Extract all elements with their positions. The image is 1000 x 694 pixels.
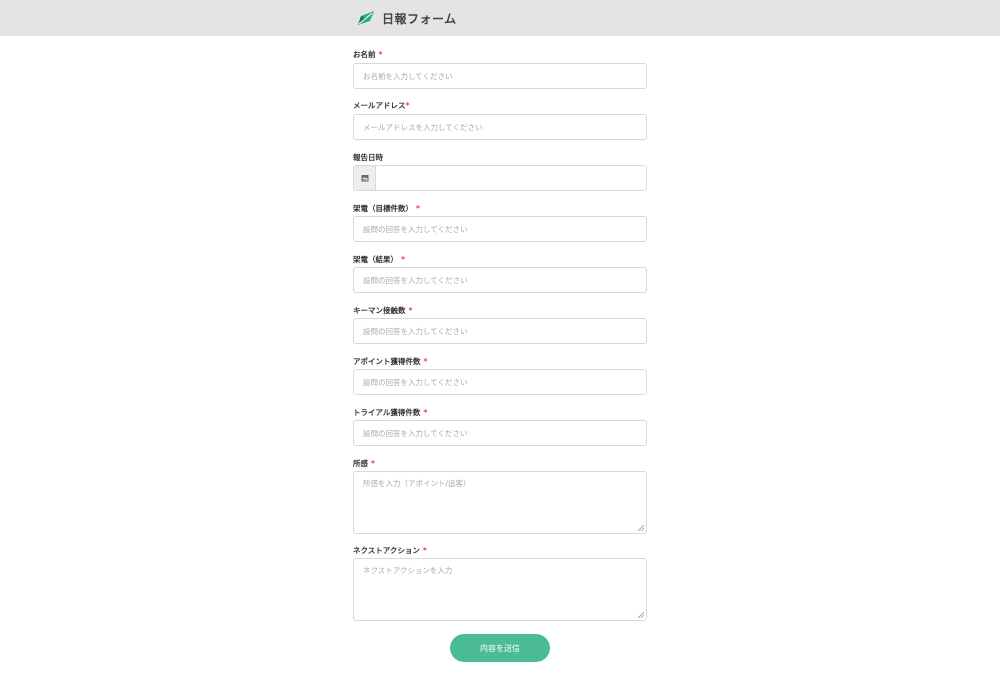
trials-label: トライアル獲得件数 * xyxy=(353,407,427,418)
resize-grip-icon[interactable] xyxy=(638,525,644,531)
next-action-label-text: ネクストアクション xyxy=(353,546,420,555)
calls-result-label: 架電（結果） * xyxy=(353,254,405,265)
trials-label-text: トライアル獲得件数 xyxy=(353,408,421,417)
impressions-label-text: 所感 xyxy=(353,459,368,468)
required-mark: * xyxy=(378,50,383,59)
trials-input[interactable]: 設問の回答を入力してください xyxy=(353,420,647,446)
appointments-label-text: アポイント獲得件数 xyxy=(353,357,421,366)
calls-target-input[interactable]: 設問の回答を入力してください xyxy=(353,216,647,242)
name-label: お名前 * xyxy=(353,49,382,60)
required-mark: * xyxy=(401,255,405,264)
name-input[interactable]: お名前を入力してください xyxy=(353,63,647,89)
report-date-label-text: 報告日時 xyxy=(353,153,383,162)
required-mark: * xyxy=(423,408,428,417)
required-mark: * xyxy=(423,357,428,366)
keyman-contacts-placeholder: 設問の回答を入力してください xyxy=(363,326,468,336)
app-header: 日報フォーム xyxy=(0,0,1000,36)
app-title: 日報フォーム xyxy=(382,11,457,26)
impressions-textarea[interactable]: 所感を入力（アポイント/追客） xyxy=(353,471,647,534)
required-mark: * xyxy=(371,459,375,468)
report-date-input[interactable] xyxy=(353,165,647,191)
next-action-placeholder: ネクストアクションを入力 xyxy=(363,566,453,575)
calls-result-input[interactable]: 設問の回答を入力してください xyxy=(353,267,647,293)
brand: 日報フォーム xyxy=(357,8,457,28)
impressions-label: 所感 * xyxy=(353,458,375,469)
appointments-input[interactable]: 設問の回答を入力してください xyxy=(353,369,647,395)
keyman-contacts-label-text: キーマン接触数 xyxy=(353,306,406,315)
calendar-icon xyxy=(361,175,368,182)
appointments-placeholder: 設問の回答を入力してください xyxy=(363,377,468,387)
required-mark: * xyxy=(408,306,413,315)
next-action-textarea[interactable]: ネクストアクションを入力 xyxy=(353,558,647,621)
trials-placeholder: 設問の回答を入力してください xyxy=(363,428,468,438)
report-date-label: 報告日時 xyxy=(353,152,383,163)
leaf-logo-icon xyxy=(358,11,374,25)
email-input[interactable]: メールアドレスを入力してください xyxy=(353,114,647,140)
impressions-placeholder: 所感を入力（アポイント/追客） xyxy=(363,479,471,488)
email-label-text: メールアドレス xyxy=(353,101,406,110)
required-mark: * xyxy=(422,546,427,555)
email-label: メールアドレス* xyxy=(353,100,409,111)
name-label-text: お名前 xyxy=(353,50,376,59)
next-action-label: ネクストアクション * xyxy=(353,545,427,556)
required-mark: * xyxy=(405,101,410,110)
name-placeholder: お名前を入力してください xyxy=(363,71,453,81)
email-placeholder: メールアドレスを入力してください xyxy=(363,122,483,132)
resize-grip-icon[interactable] xyxy=(638,612,644,618)
calls-target-label-text: 架電（目標件数） xyxy=(353,204,413,213)
calls-result-label-text: 架電（結果） xyxy=(353,255,398,264)
required-mark: * xyxy=(416,204,420,213)
submit-button[interactable]: 内容を送信 xyxy=(450,634,550,662)
calendar-button[interactable] xyxy=(354,166,376,190)
appointments-label: アポイント獲得件数 * xyxy=(353,356,427,367)
calls-target-label: 架電（目標件数） * xyxy=(353,203,420,214)
keyman-contacts-label: キーマン接触数 * xyxy=(353,305,412,316)
calls-target-placeholder: 設問の回答を入力してください xyxy=(363,224,468,234)
keyman-contacts-input[interactable]: 設問の回答を入力してください xyxy=(353,318,647,344)
calls-result-placeholder: 設問の回答を入力してください xyxy=(363,275,468,285)
